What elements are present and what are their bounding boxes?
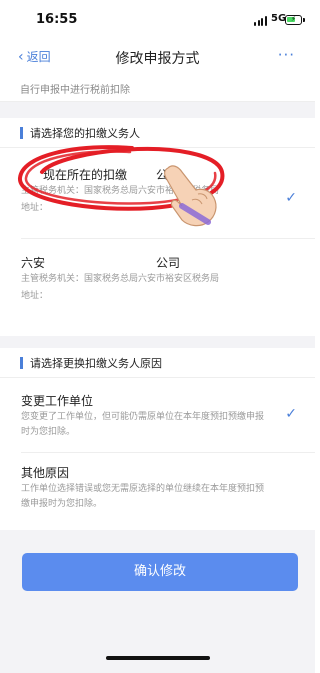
battery-icon: ⚡ [285, 15, 305, 25]
signal-icon [254, 16, 268, 26]
check-icon: ✓ [285, 190, 297, 206]
reason-description: 您变更了工作单位，但可能仍需原单位在本年度预扣预缴申报时为您扣除。 [21, 412, 265, 437]
nav-bar: ‹ 返回 修改申报方式 ··· [0, 40, 315, 76]
home-indicator[interactable] [106, 656, 210, 660]
reason-description: 工作单位选择错误或您无需原选择的单位继续在本年度预扣预缴申报时为您扣除。 [21, 484, 265, 509]
reason-title: 其他原因 [21, 466, 70, 480]
reason-section: 请选择更换扣缴义务人原因 变更工作单位 您变更了工作单位，但可能仍需原单位在本年… [0, 348, 315, 530]
section-title: 请选择更换扣缴义务人原因 [30, 357, 162, 370]
withholder-address: 地址： [21, 203, 49, 213]
withholder-name-suffix: 公司 [156, 168, 181, 182]
withholder-section: 请选择您的扣缴义务人 现在所在的扣缴 公司 主管税务机关：国家税务总局六安市裕安… [0, 118, 315, 336]
page-title: 修改申报方式 [115, 51, 200, 67]
section-header: 请选择您的扣缴义务人 [0, 118, 315, 148]
footer: 确认修改 [0, 530, 315, 660]
reason-option-2[interactable]: 其他原因 工作单位选择错误或您无需原选择的单位继续在本年度预扣预缴申报时为您扣除… [0, 458, 315, 524]
withholder-name-suffix: 公司 [156, 256, 181, 270]
check-icon: ✓ [285, 406, 297, 422]
withholder-name: 六安 [21, 256, 46, 270]
withholder-tax-office: 主管税务机关：国家税务总局六安市裕安区税务局 [21, 186, 220, 196]
phone-screen: 16:55 5G ⚡ ‹ 返回 修改申报方式 ··· 自行申报中进行税前扣除 请选… [0, 0, 315, 673]
reason-title: 变更工作单位 [21, 394, 94, 408]
withholder-option-1[interactable]: 现在所在的扣缴 公司 主管税务机关：国家税务总局六安市裕安区税务局 地址： ✓ [0, 158, 315, 230]
status-time: 16:55 [36, 12, 78, 27]
section-header: 请选择更换扣缴义务人原因 [0, 348, 315, 378]
reason-option-1[interactable]: 变更工作单位 您变更了工作单位，但可能仍需原单位在本年度预扣预缴申报时为您扣除。… [0, 386, 315, 450]
withholder-name: 现在所在的扣缴 [43, 168, 128, 182]
network-label: 5G [271, 13, 287, 24]
more-icon[interactable]: ··· [278, 46, 295, 64]
withholder-tax-office: 主管税务机关：国家税务总局六安市裕安区税务局 [21, 274, 220, 284]
section-title: 请选择您的扣缴义务人 [30, 127, 140, 140]
info-note: 自行申报中进行税前扣除 [0, 76, 315, 102]
section-accent-bar [20, 357, 23, 369]
divider [21, 238, 315, 239]
section-accent-bar [20, 127, 23, 139]
status-bar: 16:55 5G ⚡ [0, 0, 315, 40]
info-note-text: 自行申报中进行税前扣除 [20, 85, 130, 96]
withholder-option-2[interactable]: 六安 公司 主管税务机关：国家税务总局六安市裕安区税务局 地址： [0, 246, 315, 318]
divider [21, 452, 315, 453]
confirm-button[interactable]: 确认修改 [22, 553, 298, 591]
withholder-address: 地址： [21, 291, 49, 301]
